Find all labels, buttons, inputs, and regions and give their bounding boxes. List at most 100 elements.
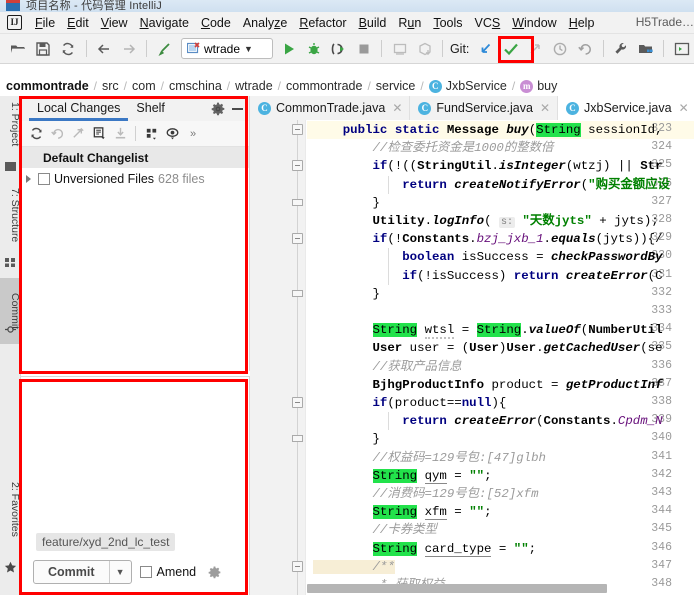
breadcrumb-item-3[interactable]: cmschina <box>169 79 222 93</box>
changelist-header[interactable]: Default Changelist <box>21 147 249 168</box>
menu-window[interactable]: Window <box>506 14 562 32</box>
scrollbar-thumb[interactable] <box>307 584 607 593</box>
stop-icon[interactable] <box>354 38 375 60</box>
menu-vcs[interactable]: VCS <box>469 14 507 32</box>
fold-collapse-icon[interactable] <box>292 289 303 297</box>
terminal-icon[interactable] <box>671 38 692 60</box>
push-icon[interactable] <box>525 38 546 60</box>
breadcrumb-item-6[interactable]: service <box>376 79 416 93</box>
commit-message-input[interactable] <box>23 379 247 529</box>
menu-code[interactable]: Code <box>195 14 237 32</box>
sidebar-item-project[interactable]: 1: Project <box>0 98 21 150</box>
fold-expand-icon[interactable] <box>292 124 303 135</box>
list-item[interactable]: Unversioned Files 628 files <box>21 168 249 189</box>
sidebar-item-structure[interactable]: 7: Structure <box>0 184 21 246</box>
gear-icon[interactable] <box>211 102 225 116</box>
get-from-vcs-icon[interactable] <box>110 124 130 144</box>
code-content[interactable]: public static Message buy(String session… <box>307 120 694 595</box>
commit-icon[interactable] <box>500 38 521 60</box>
code-line[interactable]: if(product==null){ <box>313 394 507 412</box>
code-line[interactable]: if(!isSuccess) return createError(C <box>313 267 662 285</box>
code-line[interactable]: } <box>313 194 379 212</box>
back-arrow-icon[interactable] <box>93 38 114 60</box>
rollback-icon[interactable] <box>47 124 67 144</box>
breadcrumb-item-7[interactable]: JxbService <box>446 79 507 93</box>
breadcrumb-item-4[interactable]: wtrade <box>235 79 273 93</box>
editor-horizontal-scrollbar[interactable] <box>307 584 657 593</box>
code-line[interactable]: Utility.logInfo( s: "天数jyts" + jyts); <box>313 212 659 232</box>
close-icon[interactable]: ✕ <box>540 101 550 115</box>
breadcrumb-item-5[interactable]: commontrade <box>286 79 362 93</box>
history-icon[interactable] <box>550 38 571 60</box>
code-line[interactable]: String xfm = ""; <box>313 503 492 521</box>
code-line[interactable]: return createError(Constants.Cpdm_N <box>313 412 662 430</box>
close-icon[interactable]: ✕ <box>392 101 402 115</box>
forward-arrow-icon[interactable] <box>118 38 139 60</box>
project-structure-icon[interactable] <box>635 38 656 60</box>
run-configuration-selector[interactable]: wtrade ▼ <box>180 38 273 59</box>
menu-view[interactable]: View <box>95 14 134 32</box>
open-folder-icon[interactable] <box>8 38 29 60</box>
editor-body[interactable]: 323 324 325 326 327 328 329 330 331 332 333 334 335 3… <box>250 120 694 595</box>
save-all-icon[interactable] <box>33 38 54 60</box>
fold-expand-icon[interactable] <box>292 560 303 572</box>
code-line[interactable]: } <box>313 285 379 303</box>
code-line[interactable]: } <box>313 430 379 448</box>
code-line[interactable]: BjhgProductInfo product = getProductInf <box>313 376 663 394</box>
deploy-icon[interactable] <box>414 38 435 60</box>
code-line[interactable]: User user = (User)User.getCachedUser(se <box>313 339 663 357</box>
update-project-icon[interactable] <box>475 38 496 60</box>
chevron-down-icon[interactable]: ▼ <box>244 44 253 54</box>
fold-expand-icon[interactable] <box>292 160 303 172</box>
code-line[interactable]: //获取产品信息 <box>313 358 461 376</box>
menu-file[interactable]: File <box>29 14 61 32</box>
code-line[interactable]: String qym = ""; <box>313 467 492 485</box>
more-chevrons-icon[interactable]: » <box>183 124 203 144</box>
run-with-coverage-icon[interactable] <box>329 38 350 60</box>
code-line[interactable]: boolean isSuccess = checkPasswordBy <box>313 248 662 266</box>
breadcrumb-item-1[interactable]: src <box>102 79 119 93</box>
preview-eye-icon[interactable] <box>162 124 182 144</box>
shelve-icon[interactable] <box>68 124 88 144</box>
sidebar-item-favorites[interactable]: 2: Favorites <box>0 478 21 541</box>
commit-settings-gear-icon[interactable] <box>208 566 221 579</box>
breadcrumb-item-8[interactable]: buy <box>537 79 557 93</box>
menu-navigate[interactable]: Navigate <box>134 14 195 32</box>
menu-edit[interactable]: Edit <box>61 14 95 32</box>
refresh-icon[interactable] <box>26 124 46 144</box>
tab-fundservice-java[interactable]: C FundService.java ✕ <box>410 96 559 120</box>
close-icon[interactable]: ✕ <box>679 101 689 115</box>
menu-analyze[interactable]: Analyze <box>237 14 293 32</box>
tab-local-changes[interactable]: Local Changes <box>29 96 129 121</box>
breadcrumb-item-2[interactable]: com <box>132 79 156 93</box>
code-line[interactable]: if(!((StringUtil.isInteger(wtzj) || Str <box>313 157 663 175</box>
code-line[interactable]: //权益码=129号包:[47]glbh <box>313 449 546 467</box>
amend-checkbox-row[interactable]: Amend <box>139 565 196 579</box>
menu-help[interactable]: Help <box>563 14 601 32</box>
menu-run[interactable]: Run <box>392 14 427 32</box>
unversioned-files-checkbox[interactable] <box>38 172 50 185</box>
fold-collapse-icon[interactable] <box>292 198 303 206</box>
fold-collapse-icon[interactable] <box>292 435 303 443</box>
code-line[interactable]: //检查委托资金是1000的整数倍 <box>313 139 553 157</box>
settings-wrench-icon[interactable] <box>611 38 632 60</box>
menu-refactor[interactable]: Refactor <box>293 14 352 32</box>
fold-expand-icon[interactable] <box>292 233 303 245</box>
commit-button[interactable]: Commit ▼ <box>33 560 132 584</box>
menu-tools[interactable]: Tools <box>427 14 468 32</box>
code-line[interactable]: public static Message buy(String session… <box>313 121 663 139</box>
run-icon[interactable] <box>279 38 300 60</box>
code-line[interactable]: return createNotifyError("购买金额应设 <box>313 176 670 194</box>
show-diff-icon[interactable] <box>89 124 109 144</box>
code-line[interactable]: //消费码=129号包:[52]xfm <box>313 485 538 503</box>
amend-checkbox[interactable] <box>139 566 152 578</box>
fold-expand-icon[interactable] <box>292 397 303 408</box>
tab-commontrade-java[interactable]: C CommonTrade.java ✕ <box>250 96 411 120</box>
debug-icon[interactable] <box>304 38 325 60</box>
code-line[interactable]: String card_type = ""; <box>313 540 536 558</box>
commit-dropdown-chevron-down-icon[interactable]: ▼ <box>108 561 131 583</box>
tab-jxbservice-java[interactable]: C JxbService.java ✕ <box>558 96 694 120</box>
menu-build[interactable]: Build <box>353 14 393 32</box>
code-line[interactable]: //卡券类型 <box>313 521 436 539</box>
compile-icon[interactable] <box>154 38 175 60</box>
